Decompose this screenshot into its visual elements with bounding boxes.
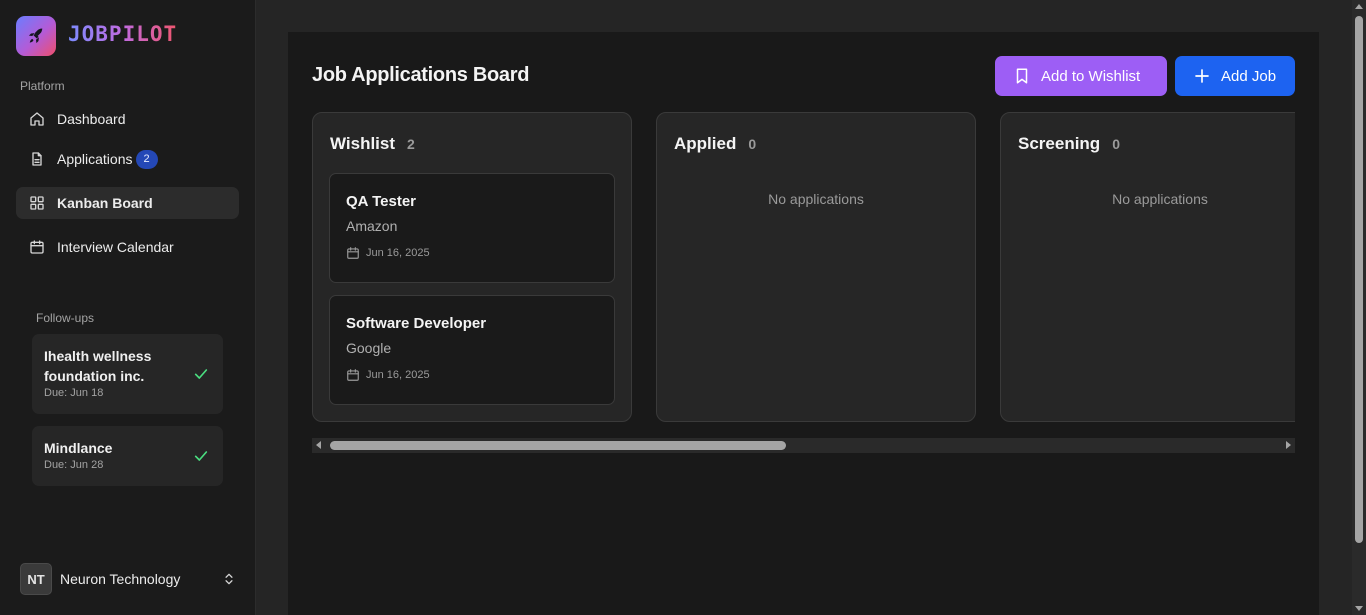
scrollbar-thumb[interactable] [330,441,786,450]
sidebar-item-interview-calendar[interactable]: Interview Calendar [16,231,239,263]
job-date: Jun 16, 2025 [346,368,598,382]
calendar-icon [29,239,45,255]
column-count: 2 [407,136,415,152]
column-header: Wishlist 2 [330,134,415,154]
column-header: Applied 0 [674,134,756,154]
horizontal-scrollbar[interactable] [312,438,1295,453]
avatar: NT [20,563,52,595]
bookmark-icon [1016,68,1028,84]
button-label: Add Job [1221,67,1277,85]
column-title: Applied [674,134,737,153]
nav-section-label: Platform [20,79,65,93]
column-title: Wishlist [330,134,396,153]
sidebar-item-label: Applications [57,151,133,167]
scrollbar-thumb[interactable] [1355,16,1363,543]
home-icon [29,111,45,127]
add-to-wishlist-button[interactable]: Add to Wishlist [995,56,1167,96]
button-label: Add to Wishlist [1041,67,1141,85]
column-title: Screening [1018,134,1101,153]
sidebar-item-label: Interview Calendar [57,239,174,255]
job-title: QA Tester [346,193,417,210]
followup-title: Ihealth wellness foundation inc. [44,348,152,384]
sidebar: JOBPILOT Platform Dashboard Applications… [0,0,256,615]
job-date: Jun 16, 2025 [346,246,598,260]
check-icon[interactable] [193,448,209,464]
company-name: Amazon [346,218,398,234]
job-card[interactable]: Software Developer Google Jun 16, 2025 [329,295,615,405]
followup-due: Due: Jun 18 [44,387,104,399]
company-name: Google [346,340,392,356]
calendar-icon [347,369,359,381]
user-menu[interactable]: NT Neuron Technology [20,563,236,595]
check-icon[interactable] [193,366,209,382]
sidebar-item-applications[interactable]: Applications 2 [16,143,239,175]
sidebar-item-dashboard[interactable]: Dashboard [16,103,239,135]
followups-label: Follow-ups [36,311,95,325]
followup-item[interactable]: Ihealth wellness foundation inc. Due: Ju… [32,334,223,414]
chevrons-up-down-icon [225,573,233,585]
rocket-icon [28,28,43,44]
followup-title: Mindlance [44,440,113,456]
followup-due: Due: Jun 28 [44,459,104,471]
followup-item[interactable]: Mindlance Due: Jun 28 [32,426,223,486]
user-name: Neuron Technology [60,571,181,587]
column-header: Screening 0 [1018,134,1120,154]
grid-icon [29,195,45,211]
scroll-right-arrow[interactable] [1286,441,1291,449]
brand-logo[interactable] [16,16,56,56]
job-title: Software Developer [346,315,487,332]
kanban-panel: Job Applications Board Add to Wishlist A… [288,32,1319,615]
column-count: 0 [1112,136,1120,152]
plus-icon [1195,69,1209,83]
column-applied: Applied 0 No applications [656,112,976,422]
file-icon [29,151,45,167]
column-screening: Screening 0 No applications [1000,112,1295,422]
date-text: Jun 16, 2025 [366,369,430,381]
column-count: 0 [748,136,757,152]
page-scrollbar[interactable] [1352,0,1366,615]
page-title: Job Applications Board [312,64,530,86]
empty-state: No applications [1112,191,1208,207]
scroll-left-arrow[interactable] [316,441,321,449]
brand-name: JOBPILOT [68,22,178,46]
sidebar-item-label: Dashboard [57,111,126,127]
count-badge: 2 [135,149,158,169]
date-text: Jun 16, 2025 [366,247,430,259]
scroll-down-arrow[interactable] [1355,606,1363,611]
empty-state: No applications [768,191,864,207]
calendar-icon [347,247,359,259]
job-card[interactable]: QA Tester Amazon Jun 16, 2025 [329,173,615,283]
scroll-up-arrow[interactable] [1355,4,1363,9]
column-wishlist: Wishlist 2 QA Tester Amazon Jun 16, 2025… [312,112,632,422]
add-job-button[interactable]: Add Job [1175,56,1295,96]
sidebar-item-kanban-board[interactable]: Kanban Board [16,187,239,219]
board-columns: Wishlist 2 QA Tester Amazon Jun 16, 2025… [312,112,1295,423]
sidebar-item-label: Kanban Board [57,195,153,211]
